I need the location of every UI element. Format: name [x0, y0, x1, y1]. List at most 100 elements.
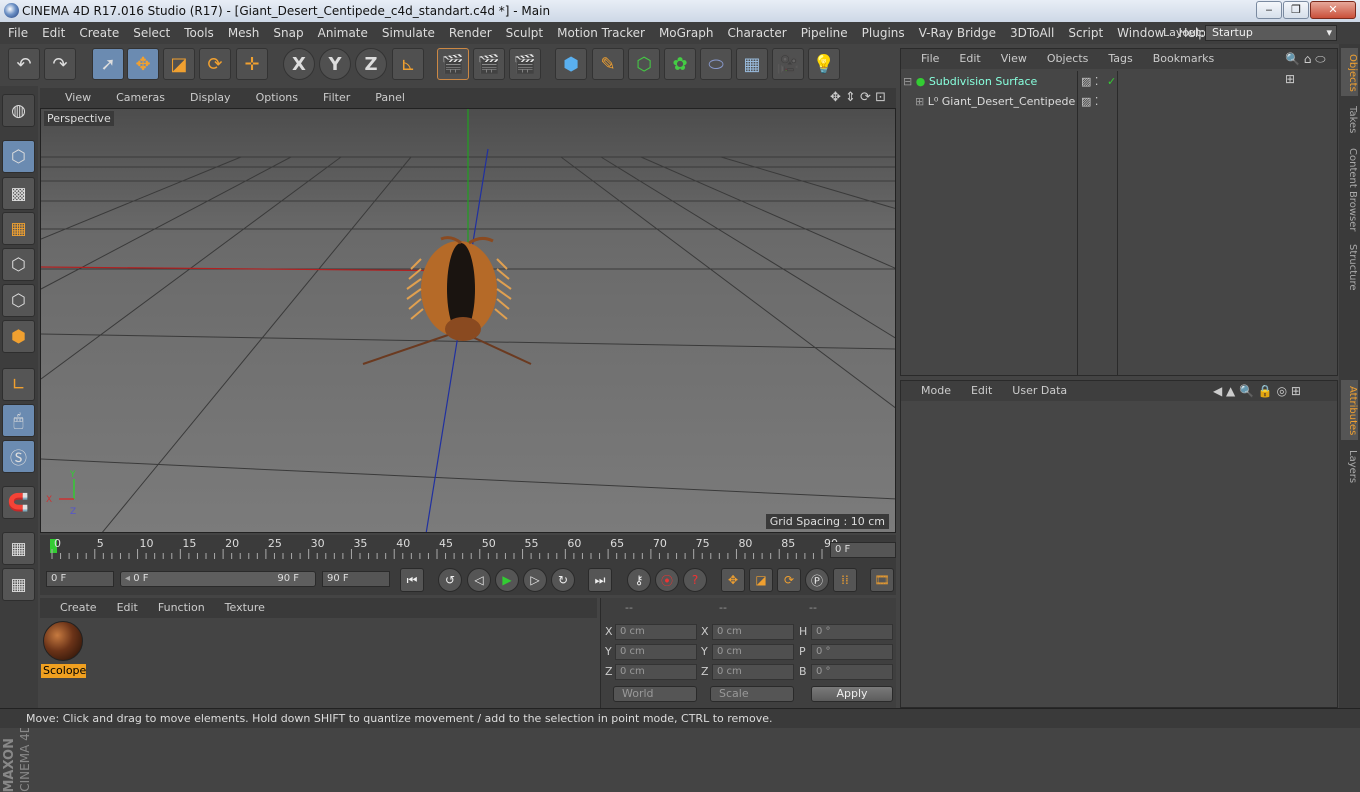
menu-simulate[interactable]: Simulate	[382, 22, 435, 44]
menu-motion-tracker[interactable]: Motion Tracker	[557, 22, 645, 44]
light-icon[interactable]: 💡	[808, 48, 840, 80]
menu-plugins[interactable]: Plugins	[862, 22, 905, 44]
viewport-menu-view[interactable]: View	[65, 88, 91, 108]
edges-icon[interactable]: ⬡	[2, 284, 35, 317]
maximize-button[interactable]: ❐	[1283, 1, 1309, 19]
y-axis-icon[interactable]: Y	[319, 48, 351, 80]
scale-icon[interactable]: ◪	[163, 48, 195, 80]
attr-menu-mode[interactable]: Mode	[921, 381, 951, 401]
obj-menu-bookmarks[interactable]: Bookmarks	[1153, 49, 1214, 69]
menu-edit[interactable]: Edit	[42, 22, 65, 44]
viewport-menu-filter[interactable]: Filter	[323, 88, 350, 108]
z-axis-icon[interactable]: Z	[355, 48, 387, 80]
material-menu-create[interactable]: Create	[60, 598, 97, 618]
tab-structure[interactable]: Structure	[1341, 238, 1358, 294]
obj-menu-tags[interactable]: Tags	[1108, 49, 1132, 69]
menu-mograph[interactable]: MoGraph	[659, 22, 714, 44]
menu-file[interactable]: File	[8, 22, 28, 44]
material-menu-function[interactable]: Function	[158, 598, 205, 618]
world-coordinates-icon[interactable]: ⊾	[392, 48, 424, 80]
tab-layers[interactable]: Layers	[1341, 444, 1358, 488]
coord-world-dropdown[interactable]: World	[613, 686, 697, 702]
axis-mode-icon[interactable]: ∟	[2, 368, 35, 401]
move-last-icon[interactable]: ✛	[236, 48, 268, 80]
object-visibility-icon[interactable]: ▨ ⁚	[1081, 73, 1098, 91]
rot-b-field[interactable]: 0 °	[811, 664, 893, 680]
menu-mesh[interactable]: Mesh	[228, 22, 260, 44]
keyframe-selection-icon[interactable]: ⚷	[627, 568, 651, 592]
viewport-menu-display[interactable]: Display	[190, 88, 231, 108]
pos-y-field[interactable]: 0 cm	[615, 644, 697, 660]
polygons-icon[interactable]: ⬢	[2, 320, 35, 353]
camera-icon[interactable]: 🎥	[772, 48, 804, 80]
workplane-icon[interactable]: ▦	[2, 212, 35, 245]
size-x-field[interactable]: 0 cm	[712, 624, 794, 640]
subdivision-icon[interactable]: ⬡	[628, 48, 660, 80]
redo-icon[interactable]: ↷	[44, 48, 76, 80]
locked-workplane-icon[interactable]: ▦	[2, 568, 35, 601]
menu-3dtoall[interactable]: 3DToAll	[1010, 22, 1054, 44]
key-pla-icon[interactable]: ⁞⁞	[833, 568, 857, 592]
centipede-model[interactable]	[362, 236, 532, 365]
autokey-icon[interactable]: ?	[683, 568, 707, 592]
goto-end-icon[interactable]: ⏭	[588, 568, 612, 592]
timeline-window-icon[interactable]: 🎞	[870, 568, 894, 592]
size-z-field[interactable]: 0 cm	[712, 664, 794, 680]
floor-icon[interactable]: ▦	[736, 48, 768, 80]
pos-z-field[interactable]: 0 cm	[615, 664, 697, 680]
apply-button[interactable]: Apply	[811, 686, 893, 702]
menu-pipeline[interactable]: Pipeline	[801, 22, 848, 44]
cube-icon[interactable]: ⬢	[555, 48, 587, 80]
menu-animate[interactable]: Animate	[318, 22, 368, 44]
move-icon[interactable]: ✥	[127, 48, 159, 80]
menu-script[interactable]: Script	[1068, 22, 1103, 44]
attribute-nav-icons[interactable]: ◀ ▲ 🔍 🔒 ◎ ⊞	[1213, 381, 1301, 401]
rot-p-field[interactable]: 0 °	[811, 644, 893, 660]
viewport-perspective[interactable]: Y X Z Perspective Grid Spacing : 10 cm	[40, 108, 896, 533]
obj-menu-file[interactable]: File	[921, 49, 939, 69]
model-icon[interactable]: ⬡	[2, 140, 35, 173]
tab-content-browser[interactable]: Content Browser	[1341, 142, 1358, 234]
texture-icon[interactable]: ▩	[2, 177, 35, 210]
material-menu-texture[interactable]: Texture	[225, 598, 265, 618]
viewport-menu-panel[interactable]: Panel	[375, 88, 405, 108]
menu-vray-bridge[interactable]: V-Ray Bridge	[919, 22, 996, 44]
next-key-icon[interactable]: ↻	[551, 568, 575, 592]
attr-menu-user-data[interactable]: User Data	[1012, 381, 1067, 401]
menu-create[interactable]: Create	[79, 22, 119, 44]
rotate-icon[interactable]: ⟳	[199, 48, 231, 80]
solo-icon[interactable]: Ⓢ	[2, 440, 35, 473]
coord-scale-dropdown[interactable]: Scale	[710, 686, 794, 702]
cloner-icon[interactable]: ✿	[664, 48, 696, 80]
minimize-button[interactable]: ‒	[1256, 1, 1282, 19]
menu-snap[interactable]: Snap	[273, 22, 303, 44]
menu-window[interactable]: Window	[1117, 22, 1164, 44]
menu-render[interactable]: Render	[449, 22, 492, 44]
record-icon[interactable]: ⦿	[655, 568, 679, 592]
render-view-icon[interactable]: 🎬	[437, 48, 469, 80]
live-select-icon[interactable]: ➚	[92, 48, 124, 80]
viewport-menu-cameras[interactable]: Cameras	[116, 88, 165, 108]
timeline[interactable]: 051015202530354045505560657075808590 0 F	[40, 535, 896, 565]
start-frame-field[interactable]: 0 F	[46, 571, 114, 587]
goto-start-icon[interactable]: ⏮	[400, 568, 424, 592]
range-slider[interactable]: ◂ 0 F 90 F	[120, 571, 316, 587]
obj-menu-edit[interactable]: Edit	[959, 49, 980, 69]
deformer-icon[interactable]: ⬭	[700, 48, 732, 80]
object-enabled-icon[interactable]: ✓	[1107, 73, 1116, 91]
play-icon[interactable]: ▶	[495, 568, 519, 592]
workplane-lock-icon[interactable]: ▦	[2, 532, 35, 565]
obj-menu-objects[interactable]: Objects	[1047, 49, 1089, 69]
tab-objects[interactable]: Objects	[1341, 48, 1358, 96]
menu-sculpt[interactable]: Sculpt	[506, 22, 543, 44]
tab-takes[interactable]: Takes	[1341, 100, 1358, 140]
key-move-icon[interactable]: ✥	[721, 568, 745, 592]
model-mode-icon[interactable]: ◍	[2, 94, 35, 127]
material-preview[interactable]	[43, 621, 83, 661]
tweak-icon[interactable]: 🖱	[2, 404, 35, 437]
material-menu-edit[interactable]: Edit	[117, 598, 138, 618]
points-icon[interactable]: ⬡	[2, 248, 35, 281]
object-visibility-icon[interactable]: ▨ ⁚	[1081, 93, 1098, 111]
current-frame-field[interactable]: 0 F	[830, 542, 896, 558]
tab-attributes[interactable]: Attributes	[1341, 380, 1358, 440]
